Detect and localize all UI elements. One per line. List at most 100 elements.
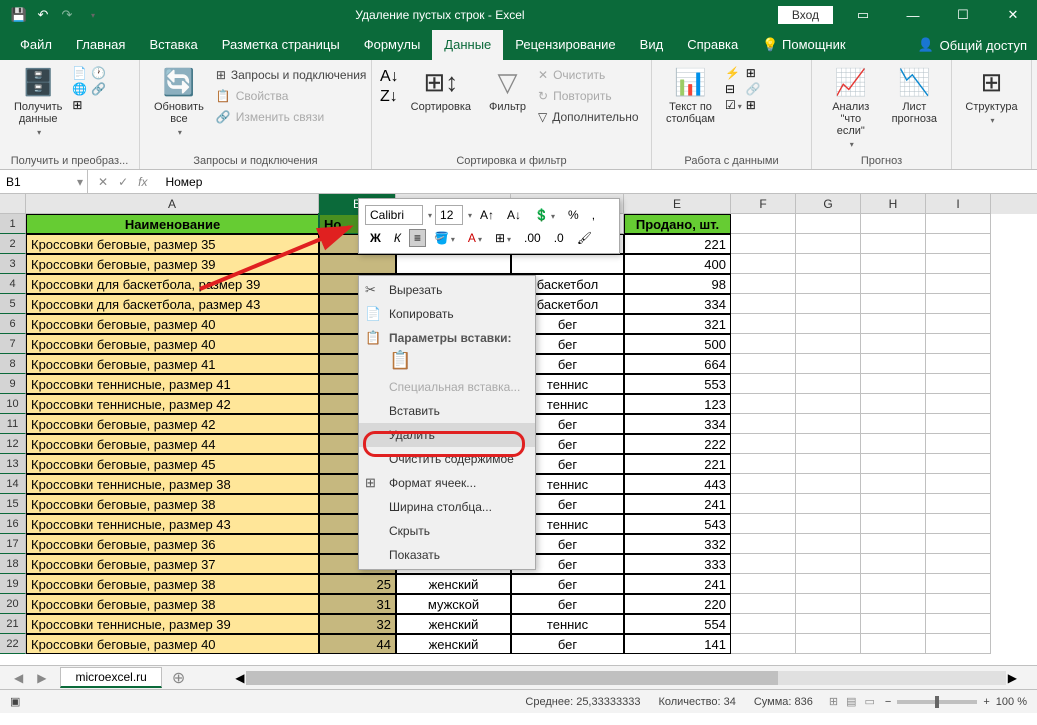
font-color-icon[interactable]: A▾	[463, 229, 487, 247]
cell[interactable]: Кроссовки беговые, размер 38	[26, 494, 319, 514]
cell[interactable]: Кроссовки теннисные, размер 43	[26, 514, 319, 534]
data-model-icon[interactable]: ⊞	[746, 98, 761, 112]
row-header[interactable]: 9	[0, 374, 26, 394]
cell[interactable]	[796, 554, 861, 574]
cell[interactable]	[861, 214, 926, 234]
cell[interactable]	[796, 634, 861, 654]
ctx-cut[interactable]: ✂Вырезать	[359, 278, 535, 302]
cell[interactable]	[796, 254, 861, 274]
col-header-a[interactable]: A	[26, 194, 319, 214]
cell[interactable]	[796, 494, 861, 514]
page-layout-icon[interactable]: ▤	[846, 695, 856, 708]
cell[interactable]	[861, 254, 926, 274]
whatif-button[interactable]: 📈Анализ "что если"▾	[820, 64, 882, 151]
cell[interactable]	[861, 534, 926, 554]
cell[interactable]: женский	[396, 574, 511, 594]
record-macro-icon[interactable]: ▣	[10, 695, 20, 708]
row-header[interactable]: 21	[0, 614, 26, 634]
recent-icon[interactable]: 🕐	[91, 66, 106, 80]
forecast-button[interactable]: 📉Лист прогноза	[886, 64, 943, 151]
cell[interactable]	[926, 314, 991, 334]
row-header[interactable]: 19	[0, 574, 26, 594]
horizontal-scrollbar[interactable]: ◀▶	[195, 671, 1037, 685]
cell[interactable]	[731, 514, 796, 534]
tab-insert[interactable]: Вставка	[137, 30, 209, 60]
tab-file[interactable]: Файл	[8, 30, 64, 60]
cell[interactable]	[731, 354, 796, 374]
cell[interactable]: 553	[624, 374, 731, 394]
cell[interactable]	[319, 254, 396, 274]
shrink-font-icon[interactable]: A↓	[502, 206, 526, 224]
cell[interactable]	[926, 594, 991, 614]
cell[interactable]: 241	[624, 494, 731, 514]
data-valid-icon[interactable]: ☑▾	[725, 98, 742, 112]
sort-za-icon[interactable]: Z↓	[380, 88, 399, 106]
row-header[interactable]: 16	[0, 514, 26, 534]
inc-dec-icon[interactable]: .00	[519, 229, 546, 247]
cell[interactable]	[861, 434, 926, 454]
cell[interactable]	[731, 494, 796, 514]
cell[interactable]	[796, 534, 861, 554]
font-size-input[interactable]	[435, 205, 463, 225]
share-button[interactable]: 👤 Общий доступ	[917, 37, 1027, 53]
tab-formulas[interactable]: Формулы	[352, 30, 433, 60]
cell[interactable]: Кроссовки теннисные, размер 38	[26, 474, 319, 494]
ctx-copy[interactable]: 📄Копировать	[359, 302, 535, 326]
cell[interactable]	[731, 394, 796, 414]
cell[interactable]	[861, 474, 926, 494]
connections-icon[interactable]: 🔗	[91, 82, 106, 96]
cell[interactable]	[796, 234, 861, 254]
cell[interactable]	[796, 354, 861, 374]
cell[interactable]	[926, 334, 991, 354]
cell[interactable]	[731, 234, 796, 254]
cell[interactable]: 664	[624, 354, 731, 374]
cell[interactable]	[926, 274, 991, 294]
relations-icon[interactable]: 🔗	[746, 82, 761, 96]
get-data-button[interactable]: 🗄️Получить данные▾	[8, 64, 68, 139]
cell[interactable]: 25	[319, 574, 396, 594]
cell[interactable]	[731, 454, 796, 474]
consolidate-icon[interactable]: ⊞	[746, 66, 761, 80]
cell[interactable]	[731, 254, 796, 274]
cell[interactable]	[731, 474, 796, 494]
qat-more-icon[interactable]: ▾	[84, 6, 102, 24]
cell[interactable]: 333	[624, 554, 731, 574]
row-header[interactable]: 8	[0, 354, 26, 374]
format-painter-icon[interactable]: 🖌	[572, 229, 597, 247]
zoom-in-icon[interactable]: +	[983, 696, 989, 708]
row-header[interactable]: 5	[0, 294, 26, 314]
row-header[interactable]: 1	[0, 214, 26, 234]
col-header-e[interactable]: E	[624, 194, 731, 214]
cell[interactable]: бег	[511, 574, 624, 594]
ribbon-display-icon[interactable]: ▭	[843, 7, 883, 23]
cell[interactable]: Кроссовки беговые, размер 35	[26, 234, 319, 254]
tab-data[interactable]: Данные	[432, 30, 503, 60]
flash-fill-icon[interactable]: ⚡	[725, 66, 742, 80]
cell[interactable]	[796, 294, 861, 314]
cell[interactable]	[861, 454, 926, 474]
cell[interactable]: бег	[511, 634, 624, 654]
bold-button[interactable]: Ж	[365, 229, 386, 247]
sort-button[interactable]: ⊞↕Сортировка	[405, 64, 477, 126]
cell[interactable]	[731, 534, 796, 554]
cell[interactable]	[926, 214, 991, 234]
cell[interactable]	[796, 574, 861, 594]
cell[interactable]	[861, 334, 926, 354]
cell[interactable]	[731, 434, 796, 454]
cell[interactable]: Кроссовки беговые, размер 38	[26, 574, 319, 594]
login-button[interactable]: Вход	[778, 6, 833, 24]
cell[interactable]	[861, 634, 926, 654]
cell[interactable]	[926, 534, 991, 554]
cell[interactable]: 221	[624, 454, 731, 474]
cell[interactable]	[796, 394, 861, 414]
tab-review[interactable]: Рецензирование	[503, 30, 627, 60]
cell[interactable]: Кроссовки беговые, размер 42	[26, 414, 319, 434]
fx-icon[interactable]: fx	[138, 175, 147, 189]
cell[interactable]	[926, 394, 991, 414]
normal-view-icon[interactable]: ⊞	[829, 695, 838, 708]
cell[interactable]	[731, 614, 796, 634]
tab-next-icon[interactable]: ▶	[37, 671, 46, 685]
cell[interactable]: Кроссовки для баскетбола, размер 43	[26, 294, 319, 314]
name-box[interactable]: B1▾	[0, 170, 88, 194]
paste-icon[interactable]: 📋	[389, 350, 411, 370]
